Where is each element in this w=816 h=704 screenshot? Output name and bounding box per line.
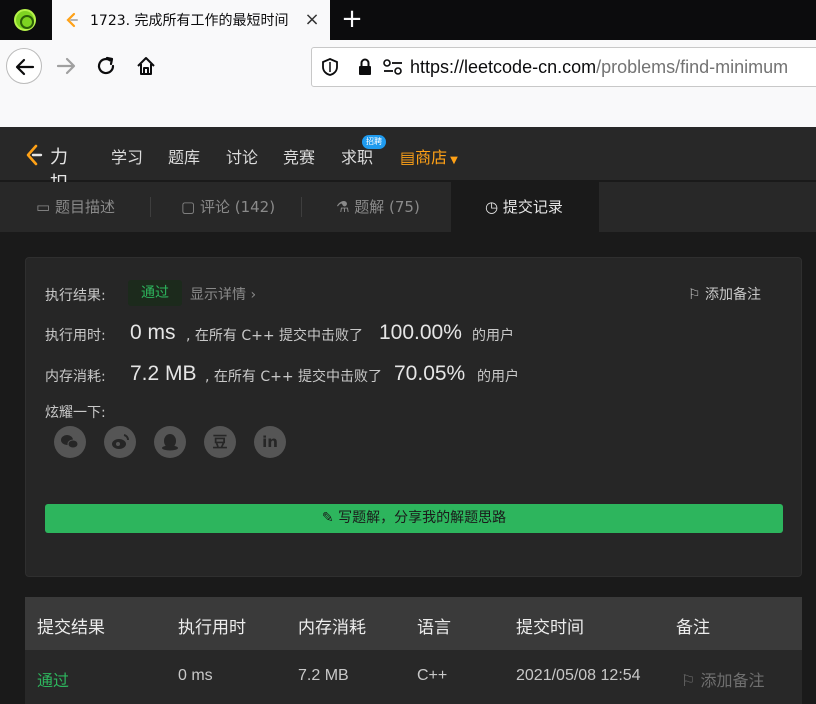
show-details-link[interactable]: 显示详情 › [190,284,256,304]
wechat-icon[interactable] [54,426,86,458]
new-tab-button[interactable]: + [338,6,366,34]
write-solution-label: 写题解，分享我的解题思路 [338,510,507,526]
row-note-label: 添加备注 [700,671,765,690]
row-language: C++ [417,667,448,684]
tab-title: 1723. 完成所有工作的最短时间 [90,13,289,29]
description-icon: ▭ [36,198,51,216]
status-label: 执行结果: [45,288,106,304]
comment-icon: ▢ [181,198,196,216]
tab-description-label: 题目描述 [54,198,115,216]
row-runtime: 0 ms [178,667,213,684]
memory-users-text: 的用户 [477,369,519,385]
nav-item-contest[interactable]: 竞赛 [283,144,315,168]
flag-icon: ⚐ [688,287,701,303]
leetcode-logo-icon [26,144,43,166]
row-memory: 7.2 MB [298,667,349,684]
url-text: https://leetcode-cn.com/problems/find-mi… [410,57,788,78]
tab-submissions[interactable]: ◷ 提交记录 [451,182,599,232]
add-note-label: 添加备注 [705,287,762,303]
tab-solutions-label: 题解 (75) [354,198,420,216]
wechat-glyph-icon [61,435,79,449]
share-label: 炫耀一下: [45,405,106,421]
runtime-text: , 在所有 C++ 提交中击败了 [186,328,364,344]
qq-glyph-icon [162,434,178,451]
tab-close-icon[interactable]: × [302,10,322,30]
home-icon[interactable] [128,48,164,84]
submissions-table: 提交结果 执行用时 内存消耗 语言 提交时间 备注 通过 0 ms 7.2 MB… [25,597,802,704]
app-menu-icon[interactable] [14,9,36,31]
address-bar[interactable]: https://leetcode-cn.com/problems/find-mi… [311,47,816,87]
leetcode-logo[interactable]: 力扣 [24,141,88,194]
weibo-icon[interactable] [104,426,136,458]
nav-item-discuss[interactable]: 讨论 [226,144,258,168]
nav-item-problems[interactable]: 题库 [168,144,200,168]
memory-percentile: 70.05% [394,362,466,385]
tab-solutions[interactable]: ⚗ 题解 (75) [302,182,450,232]
site-header: 力扣 学习 题库 讨论 竞赛 求职 招聘 ▤商店▼ [0,127,816,194]
linkedin-icon[interactable]: in [254,426,286,458]
row-time: 2021/05/08 12:54 [516,667,641,684]
tab-description[interactable]: ▭ 题目描述 [0,182,150,232]
runtime-value: 0 ms [130,321,176,344]
runtime-users-text: 的用户 [472,328,514,344]
leetcode-favicon-icon [66,12,78,28]
shop-label: 商店 [415,148,448,167]
memory-text: , 在所有 C++ 提交中击败了 [205,369,383,385]
pencil-icon: ✎ [321,510,334,526]
permissions-icon[interactable] [382,57,404,77]
reload-icon[interactable] [88,48,124,84]
row-add-note[interactable]: ⚐ 添加备注 [681,667,764,691]
browser-tabstrip: 1723. 完成所有工作的最短时间 × + [0,0,816,40]
header-result: 提交结果 [37,618,105,638]
result-card: 执行结果: 通过 显示详情 › ⚐ 添加备注 执行用时: 0 ms , 在所有 … [25,257,802,577]
browser-navbar: https://leetcode-cn.com/problems/find-mi… [0,40,816,90]
runtime-label: 执行用时: [45,328,106,344]
qq-icon[interactable] [154,426,186,458]
back-button[interactable] [6,48,42,84]
clock-icon: ◷ [485,198,499,216]
status-badge: 通过 [128,280,182,306]
back-arrow-icon [15,58,35,76]
chevron-down-icon: ▼ [450,155,458,166]
tab-submissions-label: 提交记录 [502,198,563,216]
write-solution-button[interactable]: ✎ 写题解，分享我的解题思路 [45,504,783,533]
table-header: 提交结果 执行用时 内存消耗 语言 提交时间 备注 [25,597,802,650]
memory-label: 内存消耗: [45,369,106,385]
tab-comments-label: 评论 (142) [199,198,276,216]
flag-icon: ⚐ [681,671,696,690]
browser-toolbar-space [0,90,816,127]
url-path: /problems/find-minimum [596,57,789,77]
problem-tabs: ▭ 题目描述 ▢ 评论 (142) ⚗ 题解 (75) ◷ 提交记录 [0,182,816,232]
header-time: 提交时间 [516,618,584,638]
browser-tab-active[interactable]: 1723. 完成所有工作的最短时间 × [52,0,330,40]
forward-arrow-icon[interactable] [48,48,84,84]
weibo-glyph-icon [112,434,129,449]
jobs-badge: 招聘 [362,135,386,149]
shield-icon[interactable] [320,57,340,77]
nav-item-learn[interactable]: 学习 [111,144,143,168]
row-result-link[interactable]: 通过 [37,667,69,691]
lock-icon[interactable] [356,57,374,77]
nav-item-shop[interactable]: ▤商店 ▼ [400,144,458,168]
douban-icon[interactable]: 豆 [204,426,236,458]
header-language: 语言 [417,618,451,638]
header-note: 备注 [676,618,710,638]
shop-icon: ▤ [400,148,416,167]
tab-comments[interactable]: ▢ 评论 (142) [151,182,301,232]
url-domain: https://leetcode-cn.com [410,57,597,77]
add-note-button[interactable]: ⚐ 添加备注 [688,284,761,304]
table-row: 通过 0 ms 7.2 MB C++ 2021/05/08 12:54 ⚐ 添加… [25,650,802,704]
flask-icon: ⚗ [336,198,350,216]
runtime-percentile: 100.00% [379,321,462,344]
memory-value: 7.2 MB [130,362,197,385]
header-runtime: 执行用时 [178,618,246,638]
header-memory: 内存消耗 [298,618,366,638]
